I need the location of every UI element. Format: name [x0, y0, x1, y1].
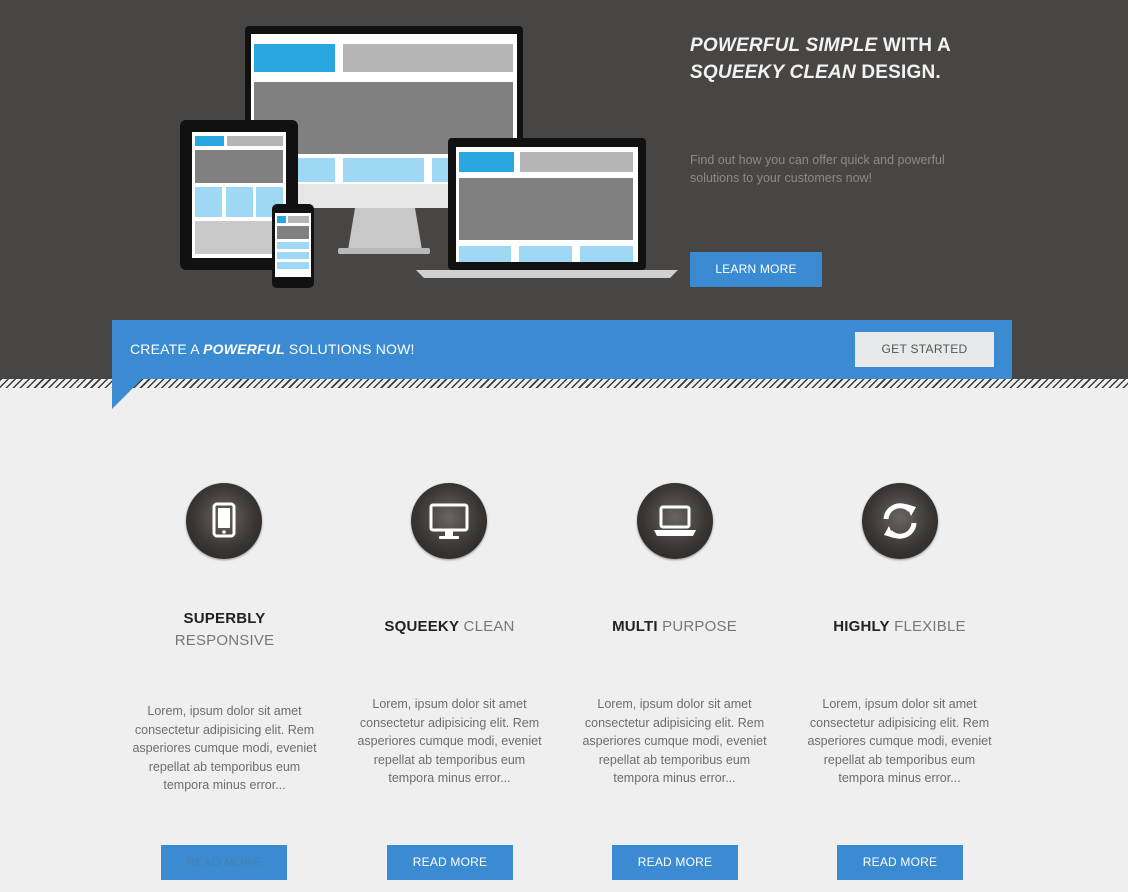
headline-line2-bold: SQUEEKY CLEAN — [690, 62, 856, 83]
cta-text-end: SOLUTIONS NOW! — [284, 341, 415, 357]
feature-title: MULTI PURPOSE — [562, 616, 787, 638]
cta-text: CREATE A POWERFUL SOLUTIONS NOW! — [130, 341, 415, 357]
feature-description: Lorem, ipsum dolor sit amet consectetur … — [357, 697, 542, 785]
feature-title-bold: HIGHLY — [833, 618, 890, 635]
hero-subtext: Find out how you can offer quick and pow… — [690, 153, 945, 185]
feature-description: Lorem, ipsum dolor sit amet consectetur … — [582, 697, 767, 785]
feature-title: SQUEEKY CLEAN — [337, 616, 562, 638]
read-more-button[interactable]: READ MORE — [837, 845, 963, 880]
tablet-icon — [186, 483, 262, 559]
cta-text-start: CREATE A — [130, 341, 204, 357]
feature-title-bold: SQUEEKY — [384, 618, 460, 635]
laptop-icon — [637, 483, 713, 559]
cta-banner: CREATE A POWERFUL SOLUTIONS NOW! GET STA… — [112, 320, 1012, 379]
get-started-button[interactable]: GET STARTED — [855, 332, 994, 367]
hatched-divider — [0, 379, 1128, 388]
feature-title-rest: FLEXIBLE — [894, 618, 966, 635]
monitor-icon — [411, 483, 487, 559]
headline-line1-bold: POWERFUL SIMPLE — [690, 35, 878, 56]
responsive-devices-illustration — [180, 26, 678, 288]
feature-title-bold: MULTI — [612, 618, 658, 635]
headline-line1-rest: WITH A — [877, 35, 951, 56]
headline-line2-rest: DESIGN. — [855, 62, 941, 83]
learn-more-button[interactable]: LEARN MORE — [690, 252, 822, 287]
feature-title-rest: CLEAN — [463, 618, 515, 635]
feature-title-bold: SUPERBLY — [183, 610, 266, 627]
read-more-button[interactable]: READ MORE — [612, 845, 738, 880]
feature-title: SUPERBLY RESPONSIVE — [112, 608, 337, 652]
read-more-button[interactable]: READ MORE — [161, 845, 287, 880]
read-more-button[interactable]: READ MORE — [387, 845, 513, 880]
hero-headline: POWERFUL SIMPLE WITH A SQUEEKY CLEAN DES… — [690, 32, 990, 86]
feature-title-rest: PURPOSE — [662, 618, 737, 635]
feature-description: Lorem, ipsum dolor sit amet consectetur … — [807, 697, 992, 785]
refresh-icon — [862, 483, 938, 559]
feature-description: Lorem, ipsum dolor sit amet consectetur … — [132, 704, 317, 792]
cta-banner-fold — [112, 379, 142, 409]
feature-title: HIGHLY FLEXIBLE — [787, 616, 1012, 638]
cta-text-bold: POWERFUL — [203, 341, 285, 357]
feature-title-rest: RESPONSIVE — [174, 632, 275, 649]
